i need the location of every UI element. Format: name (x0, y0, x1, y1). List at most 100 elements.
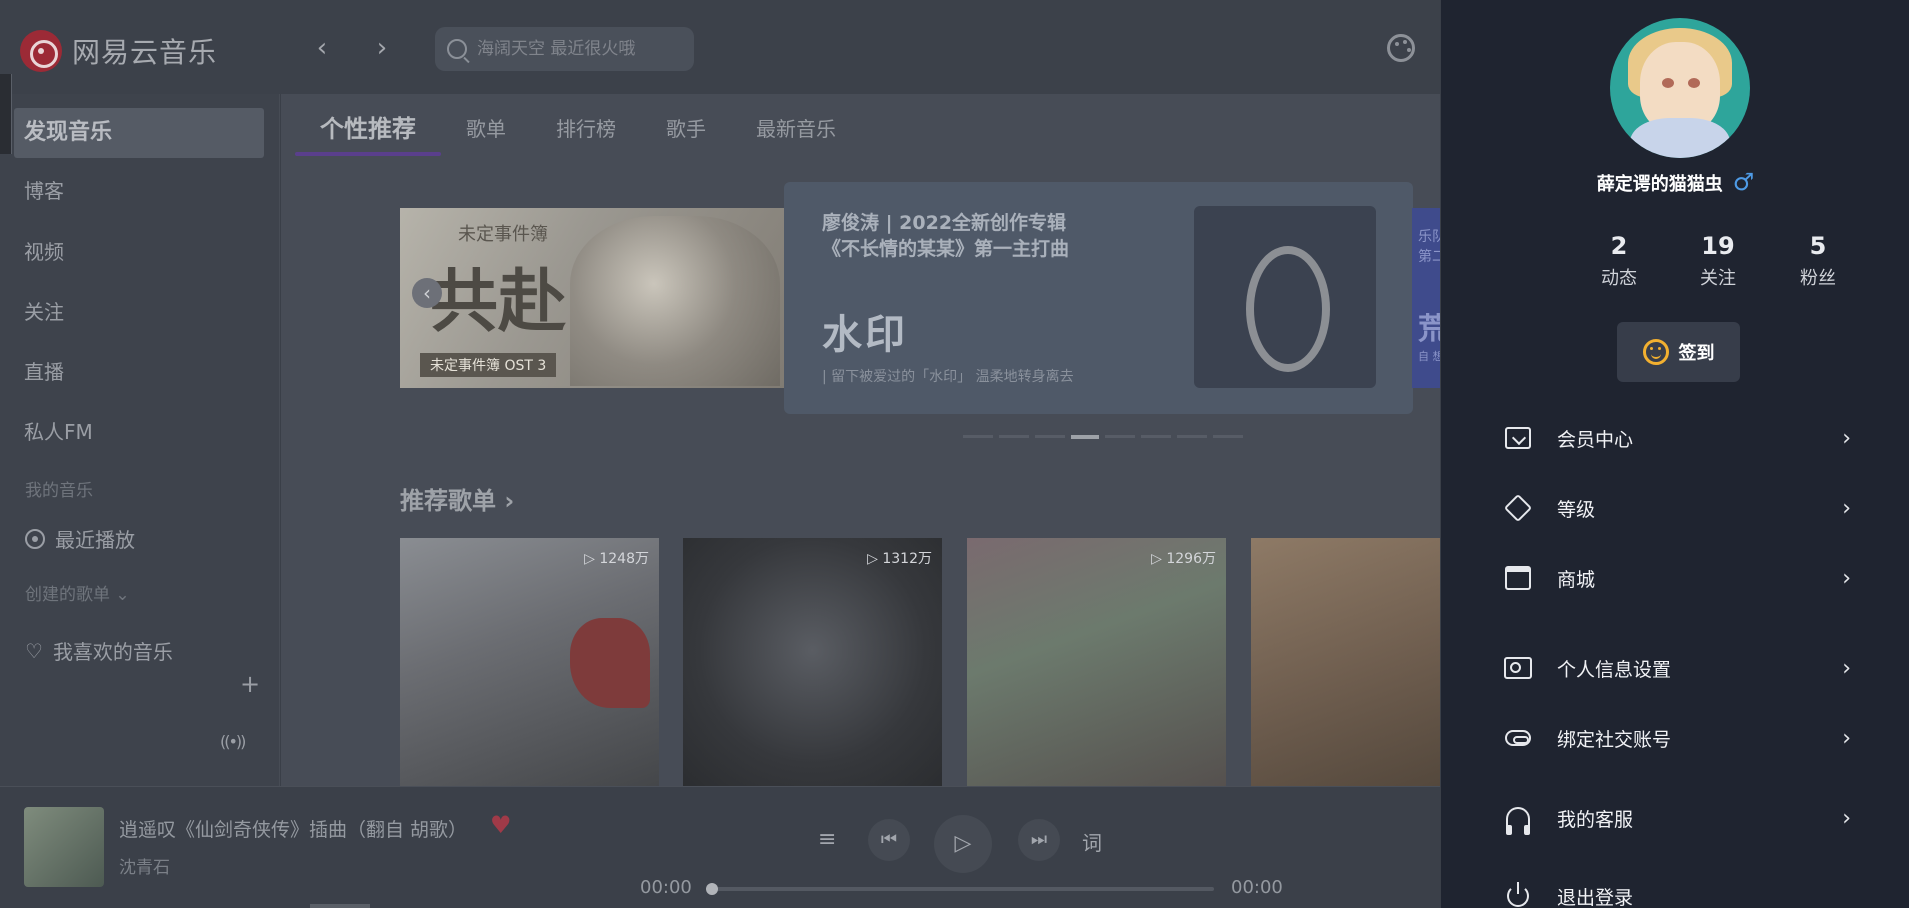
forward-arrow-icon[interactable]: › (370, 34, 394, 62)
chevron-down-icon: ⌄ (115, 585, 130, 605)
playlist-card[interactable]: ▷ 1312万 (683, 538, 942, 786)
lyrics-button[interactable]: 词 (1082, 827, 1102, 856)
playlist-card[interactable]: ▷ 1296万 (967, 538, 1226, 786)
stat-value: 5 (1809, 232, 1827, 260)
recommended-title-text: 推荐歌单 (400, 487, 496, 515)
now-playing-artist[interactable]: 沈青石 (119, 853, 170, 878)
playlist-queue-icon[interactable]: ≡ (818, 827, 836, 852)
previous-track-icon[interactable]: ⏮ (868, 819, 910, 861)
tab-playlists[interactable]: 歌单 (441, 94, 531, 164)
theme-palette-icon[interactable] (1387, 34, 1415, 62)
banner-dot[interactable] (1105, 435, 1135, 438)
stat-followers[interactable]: 5 粉丝 (1778, 232, 1858, 290)
tab-personal-recommend[interactable]: 个性推荐 (295, 94, 441, 164)
banner-center[interactable]: 廖俊涛 | 2022全新创作专辑 《不长情的某某》第一主打曲 水印 | 留下被爱… (784, 182, 1413, 414)
search-input[interactable] (477, 39, 677, 59)
horizontal-scrollbar[interactable] (310, 904, 370, 908)
avatar[interactable] (1610, 18, 1750, 158)
menu-label: 个人信息设置 (1557, 658, 1672, 681)
menu-item-store[interactable]: 商城 › (1503, 558, 1851, 598)
playlist-card[interactable] (1251, 538, 1440, 786)
recent-label: 最近播放 (55, 528, 135, 552)
banner-dot[interactable] (1071, 435, 1099, 439)
banner-dot[interactable] (999, 435, 1029, 438)
banner-line2: 《不长情的某某》第一主打曲 (822, 238, 1070, 260)
chevron-right-icon: › (1842, 565, 1851, 591)
sidebar: 发现音乐 博客 视频 关注 直播 私人FM 我的音乐 最近播放 创建的歌单 ⌄ … (0, 94, 280, 786)
progress-knob[interactable] (706, 883, 718, 895)
play-count: ▷ 1296万 (1151, 551, 1216, 567)
banner-dot[interactable] (963, 435, 993, 438)
recent-play-icon (25, 528, 45, 549)
play-button-icon[interactable]: ▷ (934, 815, 992, 873)
banner-line1: 廖俊涛 | 2022全新创作专辑 (822, 212, 1067, 234)
menu-label: 退出登录 (1557, 886, 1634, 908)
chevron-right-icon: › (1842, 805, 1851, 831)
stat-following[interactable]: 19 关注 (1678, 232, 1758, 290)
back-arrow-icon[interactable]: ‹ (310, 34, 334, 62)
sidebar-item-fm[interactable]: 私人FM (14, 407, 264, 457)
username-row: 薛定谔的猫猫虫 ♂ (1441, 168, 1909, 196)
stat-posts[interactable]: 2 动态 (1579, 232, 1659, 290)
menu-item-customer-service[interactable]: 我的客服 › (1503, 798, 1851, 838)
banner-right-line3: 自 想 (1418, 350, 1440, 363)
vip-box-icon (1503, 423, 1533, 453)
search-box[interactable] (435, 27, 694, 71)
banner-center-caption: | 留下被爱过的「水印」 温柔地转身离去 (822, 369, 1074, 385)
time-current: 00:00 (640, 877, 692, 898)
banner-dot[interactable] (1177, 435, 1207, 438)
recommended-playlists-title[interactable]: 推荐歌单 › (400, 481, 514, 516)
sidebar-item-recent[interactable]: 最近播放 (25, 524, 135, 553)
stat-label: 粉丝 (1800, 268, 1836, 289)
signin-label: 签到 (1678, 343, 1715, 364)
tab-artists[interactable]: 歌手 (641, 94, 731, 164)
banner-prev-icon[interactable]: ‹ (412, 278, 442, 308)
sidebar-item-live[interactable]: 直播 (14, 347, 264, 397)
banner-artwork (570, 216, 780, 386)
chevron-right-icon: › (1842, 655, 1851, 681)
sidebar-item-podcast[interactable]: 博客 (14, 166, 264, 216)
menu-label: 商城 (1557, 568, 1596, 591)
player-bar: 逍遥叹《仙剑奇侠传》插曲（翻自 胡歌） ♥ 沈青石 ≡ ⏮ ▷ ⏭ 词 00:0… (0, 786, 1440, 908)
netease-logo-icon (20, 30, 62, 72)
tab-charts[interactable]: 排行榜 (531, 94, 641, 164)
banner-dot[interactable] (1035, 435, 1065, 438)
banner-left[interactable]: 未定事件簿 共赴 未定事件簿 OST 3 ‹ (400, 208, 785, 388)
signin-button[interactable]: 签到 (1617, 322, 1740, 382)
sidebar-item-follow[interactable]: 关注 (14, 287, 264, 337)
chevron-right-icon: › (504, 487, 515, 515)
playlist-card[interactable]: ▷ 1248万 (400, 538, 659, 786)
liked-label: 我喜欢的音乐 (52, 640, 173, 664)
stat-label: 动态 (1601, 268, 1637, 289)
created-playlists-header[interactable]: 创建的歌单 ⌄ (25, 580, 130, 605)
tab-bar: 个性推荐 歌单 排行榜 歌手 最新音乐 (295, 94, 861, 164)
menu-item-vip-center[interactable]: 会员中心 › (1503, 418, 1851, 458)
sidebar-item-discover[interactable]: 发现音乐 (14, 108, 264, 158)
tab-new-music[interactable]: 最新音乐 (731, 94, 861, 164)
banner-dot[interactable] (1141, 435, 1171, 438)
stat-value: 19 (1701, 232, 1735, 260)
sidebar-item-video[interactable]: 视频 (14, 227, 264, 277)
menu-item-logout[interactable]: 退出登录 (1503, 876, 1851, 908)
banner-dot[interactable] (1213, 435, 1243, 438)
menu-item-profile-settings[interactable]: 个人信息设置 › (1503, 648, 1851, 688)
now-playing-title[interactable]: 逍遥叹《仙剑奇侠传》插曲（翻自 胡歌） (119, 815, 467, 842)
smile-icon (1642, 339, 1669, 365)
heart-mode-icon[interactable]: ((•)) (220, 732, 246, 751)
next-track-icon[interactable]: ⏭ (1018, 819, 1060, 861)
chevron-right-icon: › (1842, 425, 1851, 451)
progress-bar[interactable] (706, 883, 1214, 895)
now-playing-cover[interactable] (24, 807, 104, 887)
heart-outline-icon: ♡ (25, 638, 43, 663)
search-icon (447, 39, 467, 59)
banner-right[interactable]: 乐队 第二 荒 自 想 (1412, 208, 1440, 388)
sidebar-item-liked[interactable]: ♡ 我喜欢的音乐 (25, 636, 173, 665)
menu-item-level[interactable]: 等级 › (1503, 488, 1851, 528)
add-playlist-icon[interactable]: + (240, 670, 260, 698)
app-logo[interactable]: 网易云音乐 (20, 30, 217, 72)
profile-card-icon (1503, 653, 1533, 683)
like-heart-icon[interactable]: ♥ (490, 811, 512, 839)
avatar-eye (1662, 78, 1674, 88)
menu-item-bind-social[interactable]: 绑定社交账号 › (1503, 718, 1851, 758)
username[interactable]: 薛定谔的猫猫虫 (1597, 174, 1723, 195)
